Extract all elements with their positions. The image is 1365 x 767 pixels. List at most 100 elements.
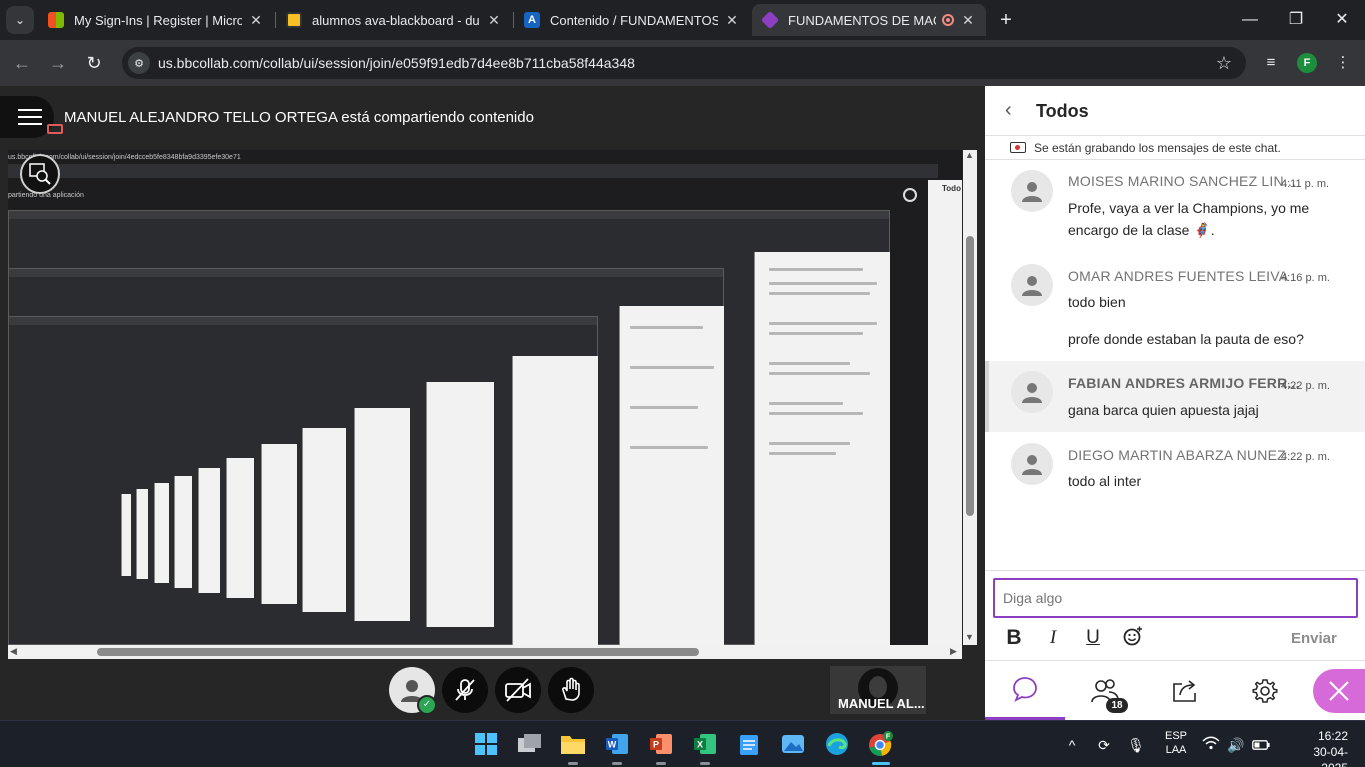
photos-button[interactable] [778,729,808,759]
task-view-button[interactable] [515,729,545,759]
anthology-favicon-icon: A [524,12,540,28]
bookmark-star-icon[interactable]: ☆ [1216,53,1232,74]
tab-search-button[interactable]: ⌄ [6,6,34,34]
close-tab-icon[interactable]: ✕ [248,12,264,29]
volume-icon[interactable]: 🔊 [1225,733,1247,757]
chat-title: Todos [1036,101,1089,121]
clock-date: 30-04-2025 [1313,745,1348,767]
chat-tab-button[interactable] [985,661,1065,721]
folder-icon [561,736,585,754]
gear-icon [1252,679,1278,703]
profile-avatar[interactable]: F [1297,53,1317,73]
media-controls-icon[interactable]: ≡ [1259,51,1283,75]
camera-toggle-button[interactable] [495,667,541,713]
start-button[interactable] [471,729,501,759]
close-window-button[interactable]: ✕ [1329,8,1355,32]
shared-application-view: us.bbcollab.com/collab/ui/session/join/4… [8,150,962,645]
powerpoint-button[interactable]: P [646,729,676,765]
horizontal-scrollbar[interactable]: ◀ ▶ [8,645,962,659]
windows-logo-icon [475,733,497,755]
horizontal-scroll-thumb[interactable] [97,648,699,656]
edge-button[interactable] [822,729,852,759]
chat-input-box[interactable] [993,578,1358,618]
wifi-icon[interactable] [1200,733,1222,757]
message-time: 4:22 p. m. [1281,451,1330,463]
scroll-left-icon[interactable]: ◀ [10,646,17,657]
tab-microsoft-signins[interactable]: My Sign-Ins | Register | Microsoft ✕ [38,4,274,36]
url-text[interactable]: us.bbcollab.com/collab/ui/session/join/e… [158,55,1216,71]
user-avatar [1011,371,1053,413]
minimize-button[interactable]: — [1237,8,1263,32]
file-explorer-button[interactable] [558,729,588,765]
zoom-content-button[interactable] [20,154,60,194]
address-bar[interactable]: ⚙ us.bbcollab.com/collab/ui/session/join… [122,47,1246,79]
windows-taskbar: W P X F ^ ⟳ 🎙 ESP LAA 🔊 16:22 30-04- [0,720,1365,767]
session-menu-button[interactable] [0,96,54,138]
italic-button[interactable]: I [1041,626,1065,650]
svg-text:W: W [608,740,617,750]
close-tab-icon[interactable]: ✕ [960,12,976,29]
clock-time: 16:22 [1317,729,1348,743]
shared-bookmarks-bar [8,164,938,178]
chat-message-highlighted: FABIAN ANDRES ARMIJO FERR... 4:22 p. m. … [985,361,1365,432]
scroll-right-icon[interactable]: ▶ [950,646,957,657]
vertical-scroll-thumb[interactable] [966,236,974,516]
message-text-followup: profe donde estaban la pauta de eso? [1068,331,1304,347]
message-text: todo bien [1068,294,1126,310]
back-button[interactable]: ← [10,51,34,75]
vertical-scrollbar[interactable]: ▲ ▼ [963,150,977,645]
site-info-icon[interactable]: ⚙ [128,52,150,74]
sync-icon[interactable]: ⟳ [1093,733,1115,757]
battery-icon[interactable] [1250,733,1272,757]
active-app-indicator [872,762,890,765]
tab-fundamentos-active[interactable]: FUNDAMENTOS DE MACHINE ✕ [752,4,986,36]
input-language-indicator[interactable]: ESP LAA [1162,729,1190,757]
running-indicator [656,762,666,765]
new-tab-button[interactable]: + [994,8,1018,32]
close-tab-icon[interactable]: ✕ [724,12,740,29]
running-indicator [612,762,622,765]
participant-tile-name: MANUEL AL... [838,696,925,711]
chat-bubble-icon [1013,677,1037,702]
scroll-down-icon[interactable]: ▼ [965,632,974,642]
tab-title: My Sign-Ins | Register | Microsoft [74,12,242,28]
message-text: gana barca quien apuesta jajaj [1068,402,1259,418]
underline-button[interactable]: U [1081,626,1105,650]
language-code: ESP [1164,730,1187,742]
chat-message: MOISES MARINO SANCHEZ LIN... 4:11 p. m. … [985,162,1365,252]
send-button[interactable]: Enviar [1291,630,1337,647]
recording-notice: Se están grabando los mensajes de este c… [985,136,1365,160]
message-text: todo al inter [1068,473,1142,489]
tab-contenido[interactable]: A Contenido / FUNDAMENTOS DE MACHINE ✕ [514,4,750,36]
participants-tab-button[interactable]: 18 [1065,661,1145,721]
word-button[interactable]: W [602,729,632,765]
recording-indicator-icon [942,14,954,26]
message-author: MOISES MARINO SANCHEZ LIN... [1068,173,1297,189]
more-menu-icon[interactable]: ⋮ [1331,51,1355,75]
bold-button[interactable]: B [1002,626,1026,650]
sharing-banner: MANUEL ALEJANDRO TELLO ORTEGA está compa… [64,109,534,126]
microphone-tray-icon[interactable]: 🎙 [1126,733,1146,757]
chevron-left-icon[interactable]: ‹ [1005,100,1025,120]
settings-tab-button[interactable] [1225,661,1305,721]
forward-button[interactable]: → [46,51,70,75]
emoji-button[interactable] [1121,626,1145,650]
microphone-toggle-button[interactable] [442,667,488,713]
chat-panel: ‹ Todos Se están grabando los mensajes d… [985,86,1365,721]
excel-button[interactable]: X [690,729,720,765]
user-avatar [1011,264,1053,306]
maximize-button[interactable]: ❐ [1283,8,1309,32]
raise-hand-button[interactable] [548,667,594,713]
share-content-tab-button[interactable] [1145,661,1225,721]
notepad-button[interactable] [734,729,764,759]
tab-blackboard-alumnos[interactable]: alumnos ava-blackboard - duoc ✕ [276,4,512,36]
chrome-button[interactable]: F [866,729,896,765]
close-tab-icon[interactable]: ✕ [486,12,502,29]
reload-button[interactable]: ↻ [82,51,106,75]
chat-message-input[interactable] [995,580,1356,616]
taskbar-clock[interactable]: 16:22 30-04-2025 [1300,728,1348,767]
show-hidden-icons-button[interactable]: ^ [1062,733,1082,757]
close-panel-button[interactable] [1313,669,1365,713]
tab-title: alumnos ava-blackboard - duoc [312,12,480,28]
scroll-up-icon[interactable]: ▲ [965,150,974,160]
